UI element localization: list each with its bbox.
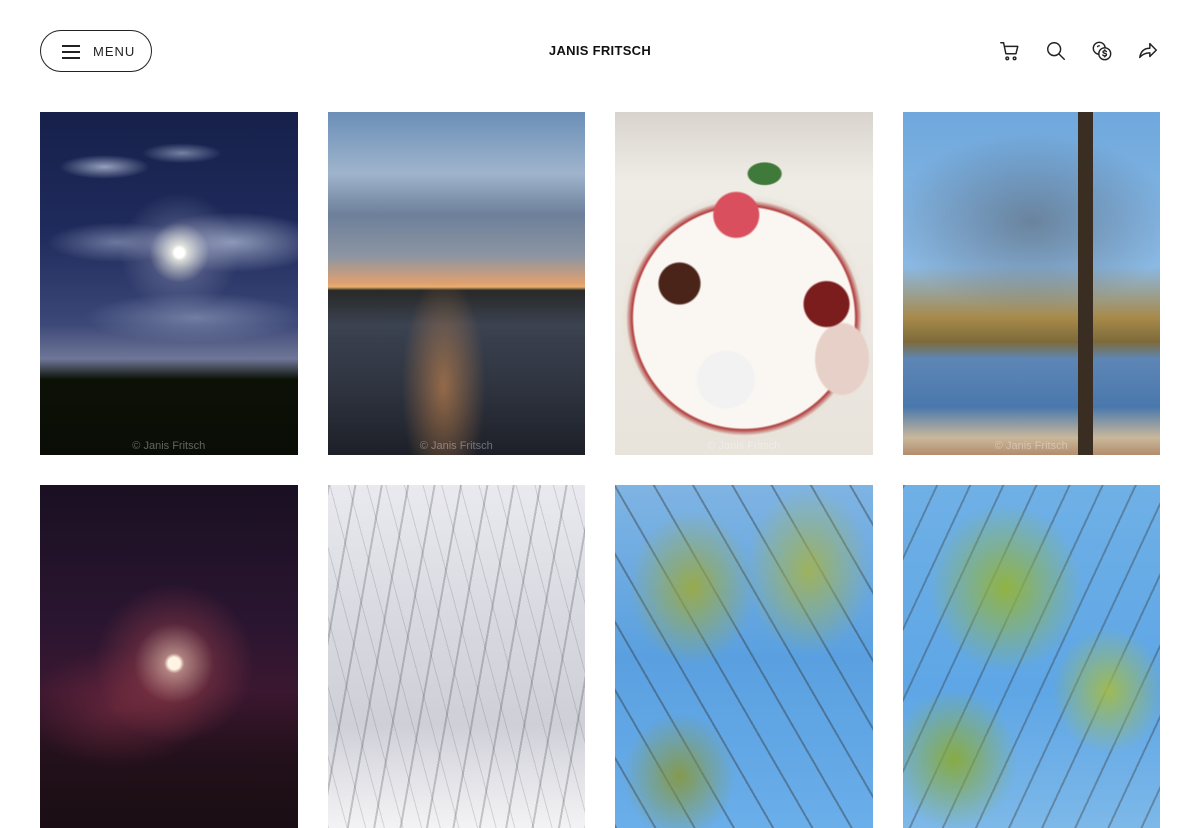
cart-icon[interactable] bbox=[998, 39, 1022, 63]
search-icon[interactable] bbox=[1044, 39, 1068, 63]
photo-tile[interactable] bbox=[40, 485, 298, 828]
photo-tile[interactable]: © Janis Fritsch bbox=[902, 112, 1160, 455]
currency-icon[interactable] bbox=[1090, 39, 1114, 63]
header-actions bbox=[998, 38, 1160, 64]
watermark: © Janis Fritsch bbox=[132, 440, 206, 452]
photo-tile[interactable] bbox=[902, 485, 1160, 828]
site-header: MENU JANIS FRITSCH bbox=[0, 0, 1200, 102]
share-icon[interactable] bbox=[1136, 39, 1160, 63]
photo-tile[interactable]: © Janis Fritsch bbox=[40, 112, 298, 455]
photo-tile[interactable] bbox=[615, 485, 873, 828]
photo-grid: © Janis Fritsch © Janis Fritsch © Janis … bbox=[40, 112, 1160, 828]
watermark: © Janis Fritsch bbox=[707, 440, 781, 452]
photo-tile[interactable]: © Janis Fritsch bbox=[615, 112, 873, 455]
photo-tile[interactable]: © Janis Fritsch bbox=[327, 112, 585, 455]
watermark: © Janis Fritsch bbox=[419, 440, 493, 452]
watermark: © Janis Fritsch bbox=[994, 440, 1068, 452]
photo-tile[interactable] bbox=[327, 485, 585, 828]
